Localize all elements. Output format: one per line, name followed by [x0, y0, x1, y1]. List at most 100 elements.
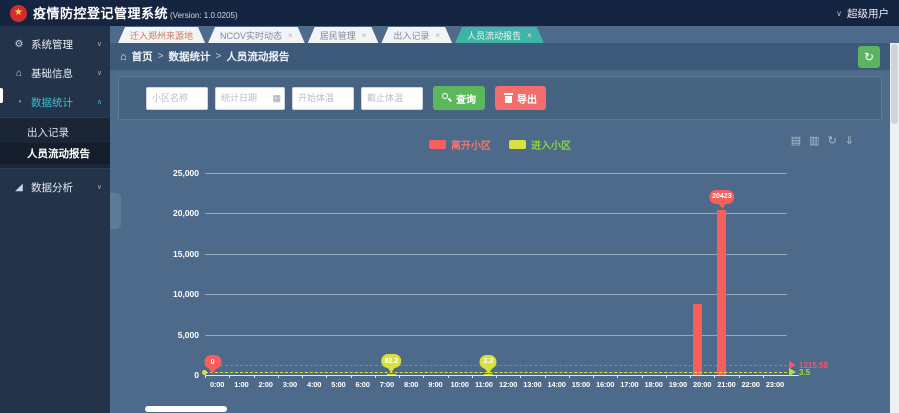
- user-menu[interactable]: ∨ 超级用户: [836, 6, 889, 21]
- refresh-button[interactable]: ↻: [858, 46, 880, 68]
- chevron-down-icon: ∨: [836, 9, 842, 18]
- markpoint-tail: [484, 368, 492, 374]
- breadcrumb-item-0[interactable]: 首页: [132, 49, 153, 64]
- markpoint-tail: [209, 368, 217, 374]
- x-axis-tick: [229, 375, 230, 378]
- gridline: [205, 254, 787, 255]
- x-axis-label: 6:00: [350, 380, 376, 389]
- save-image-icon[interactable]: ⇓: [845, 136, 854, 147]
- sidebar-item-2[interactable]: ◔数据统计∧: [0, 91, 110, 113]
- bar-进入小区-7:00[interactable]: [387, 374, 396, 375]
- tab-bar: 迁入郑州来源地NCOV实时动态×居民管理×出入记录×人员流动报告×: [110, 26, 890, 43]
- x-axis-label: 8:00: [398, 380, 424, 389]
- sidebar-item-label: 基础信息: [31, 66, 73, 81]
- close-icon[interactable]: ×: [362, 31, 367, 40]
- sidebar-item-0[interactable]: ⚙系统管理∨: [0, 33, 110, 55]
- horizontal-scrollbar[interactable]: [145, 406, 227, 412]
- legend-item-1[interactable]: 进入小区: [509, 137, 571, 152]
- x-axis-label: 4:00: [301, 380, 327, 389]
- sidebar-item-1[interactable]: ⌂基础信息∨: [0, 62, 110, 84]
- x-axis-label: 16:00: [592, 380, 618, 389]
- x-axis-label: 7:00: [374, 380, 400, 389]
- x-axis-tick: [423, 375, 424, 378]
- breadcrumb-item-1[interactable]: 数据统计: [169, 49, 211, 64]
- x-axis-label: 15:00: [568, 380, 594, 389]
- tab-label: 出入记录: [393, 29, 429, 42]
- x-axis-label: 14:00: [544, 380, 570, 389]
- search-field-3[interactable]: [361, 87, 423, 110]
- pie-chart-icon: ◔: [12, 97, 26, 108]
- tab-label: 迁入郑州来源地: [130, 29, 193, 42]
- bar-进入小区-11:00[interactable]: [484, 374, 493, 375]
- x-axis-tick: [375, 375, 376, 378]
- x-axis-label: 22:00: [738, 380, 764, 389]
- chevron-down-icon: ∨: [97, 183, 102, 191]
- restore-icon[interactable]: ↻: [828, 136, 837, 147]
- active-menu-indicator: [0, 88, 3, 103]
- x-axis-tick: [642, 375, 643, 378]
- markpoint-label: 20423: [709, 190, 734, 204]
- markpoint-0:00: 0: [204, 355, 221, 374]
- search-field-0[interactable]: [146, 87, 208, 110]
- x-axis-tick: [326, 375, 327, 378]
- close-icon[interactable]: ×: [527, 31, 532, 40]
- input-wrap-0: [146, 87, 208, 110]
- tab-2[interactable]: 居民管理×: [308, 27, 379, 43]
- markpoint-11:00: 2.3: [480, 355, 497, 374]
- x-axis-label: 1:00: [228, 380, 254, 389]
- search-field-1[interactable]: [215, 87, 285, 110]
- x-axis-tick: [496, 375, 497, 378]
- markpoint-7:00: 82.2: [382, 354, 402, 373]
- title-wrap: 疫情防控登记管理系统(Version: 1.0.0205): [33, 3, 238, 23]
- x-axis-line: [205, 375, 799, 376]
- app-window: ★ 疫情防控登记管理系统(Version: 1.0.0205) ∨ 超级用户 ⚙…: [0, 0, 899, 413]
- x-axis-label: 13:00: [519, 380, 545, 389]
- tab-4[interactable]: 人员流动报告×: [455, 27, 544, 43]
- x-axis-tick: [763, 375, 764, 378]
- sidebar-item-label: 数据分析: [31, 180, 73, 195]
- close-icon[interactable]: ×: [288, 31, 293, 40]
- tab-1[interactable]: NCOV实时动态×: [208, 27, 305, 43]
- x-axis-tick: [520, 375, 521, 378]
- vertical-scrollbar[interactable]: [890, 43, 899, 413]
- x-axis-label: 3:00: [277, 380, 303, 389]
- gridline: [205, 294, 787, 295]
- home-icon: ⌂: [12, 68, 26, 79]
- markpoint-21:00: 20423: [709, 190, 734, 209]
- chevron-up-icon: ∧: [97, 98, 102, 106]
- flow-report-chart: 离开小区进入小区 ▤▥↻⇓ 05,00010,00015,00020,00025…: [118, 128, 882, 404]
- magic-type-icon[interactable]: ▥: [809, 136, 819, 147]
- tab-3[interactable]: 出入记录 ×: [381, 27, 452, 43]
- legend-item-0[interactable]: 离开小区: [429, 137, 491, 152]
- x-axis-label: 18:00: [641, 380, 667, 389]
- gridline: [205, 213, 787, 214]
- x-axis-label: 17:00: [616, 380, 642, 389]
- average-line-label: 3.5: [799, 368, 810, 377]
- vertical-scrollbar-thumb[interactable]: [891, 44, 898, 124]
- close-icon[interactable]: ×: [435, 31, 440, 40]
- query-button[interactable]: 查询: [433, 86, 485, 110]
- chevron-down-icon: ∨: [97, 40, 102, 48]
- data-view-icon[interactable]: ▤: [791, 136, 801, 147]
- x-axis-tick: [351, 375, 352, 378]
- sidebar-collapse-handle[interactable]: [110, 193, 121, 229]
- input-wrap-1: ▦: [215, 87, 285, 110]
- x-axis-label: 10:00: [447, 380, 473, 389]
- sidebar-item-3[interactable]: ◢数据分析∨: [0, 176, 110, 198]
- breadcrumb-separator: >: [158, 51, 164, 62]
- y-axis-label: 15,000: [153, 249, 199, 259]
- x-axis-tick: [690, 375, 691, 378]
- tab-0[interactable]: 迁入郑州来源地: [118, 27, 205, 43]
- main-area: 迁入郑州来源地NCOV实时动态×居民管理×出入记录×人员流动报告× ⌂首页>数据…: [110, 26, 890, 413]
- trash-icon: [504, 93, 513, 103]
- bar-离开小区-21:00[interactable]: [717, 210, 726, 375]
- breadcrumb-item-2[interactable]: 人员流动报告: [226, 49, 289, 64]
- x-axis-label: 23:00: [762, 380, 788, 389]
- sidebar-subitem-0[interactable]: 出入记录: [0, 122, 110, 143]
- x-axis-tick: [617, 375, 618, 378]
- sidebar-subitem-1[interactable]: 人员流动报告: [0, 143, 110, 164]
- legend-swatch: [509, 140, 526, 149]
- export-button[interactable]: 导出: [495, 86, 546, 110]
- search-field-2[interactable]: [292, 87, 354, 110]
- x-axis-label: 20:00: [689, 380, 715, 389]
